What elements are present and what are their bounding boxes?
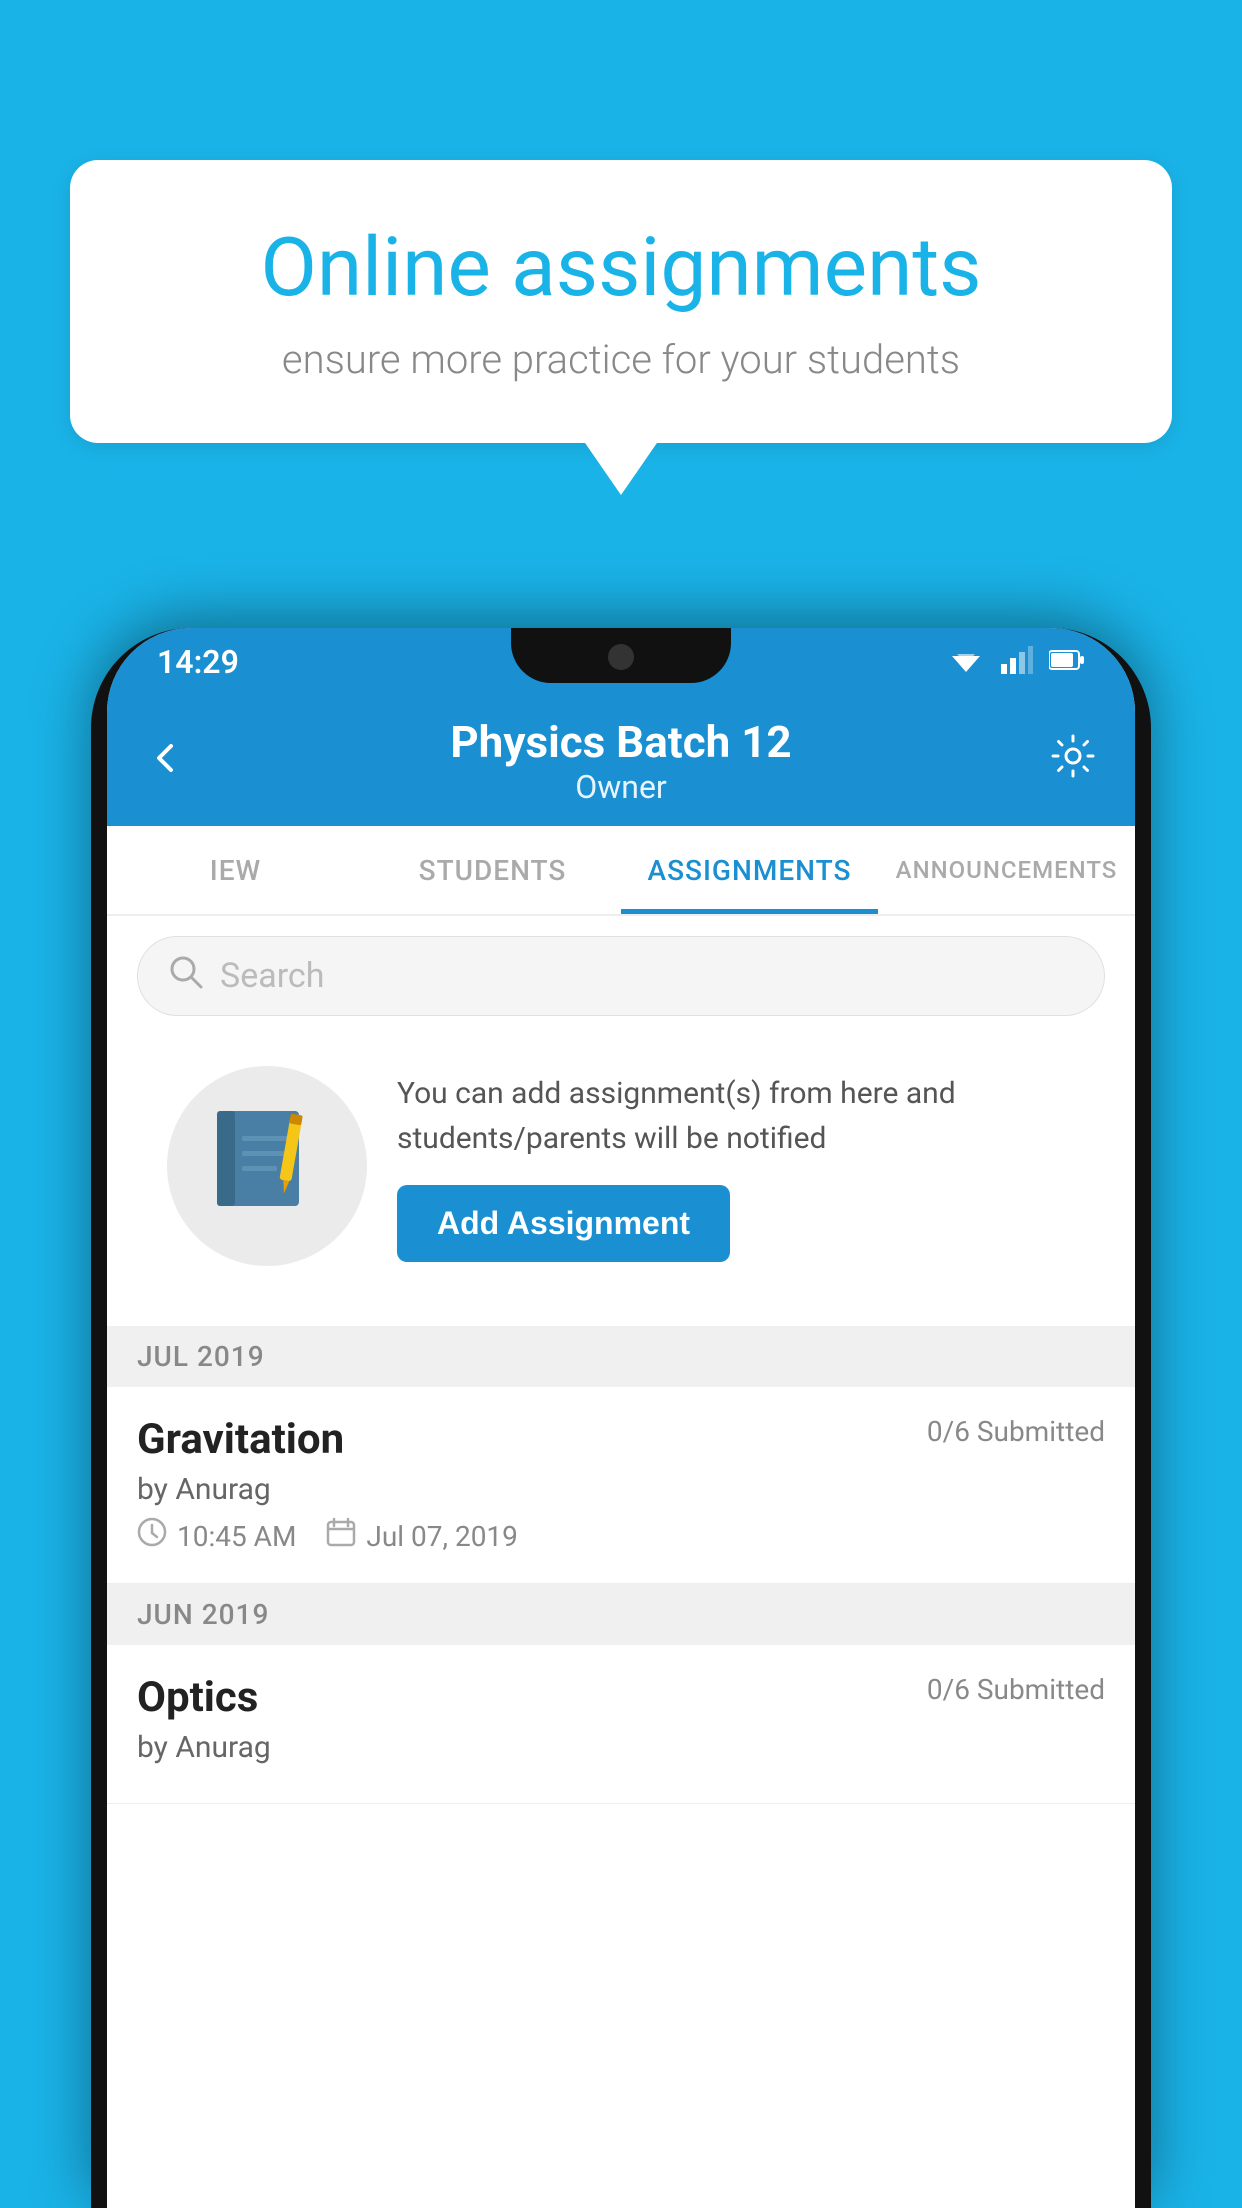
tab-assignments[interactable]: ASSIGNMENTS (621, 826, 878, 914)
bubble-subtitle: ensure more practice for your students (140, 336, 1102, 383)
assignment-time: 10:45 AM (137, 1517, 296, 1555)
header-title-area: Physics Batch 12 Owner (450, 716, 791, 806)
header-title: Physics Batch 12 (450, 716, 791, 768)
calendar-icon (326, 1517, 356, 1555)
assignment-submitted-optics: 0/6 Submitted (927, 1673, 1105, 1706)
back-button[interactable] (147, 735, 183, 787)
header-subtitle: Owner (450, 768, 791, 806)
section-jul-label: JUL 2019 (137, 1340, 265, 1373)
section-jun-2019: JUN 2019 (107, 1584, 1135, 1645)
assignment-top-row: Gravitation 0/6 Submitted (137, 1415, 1105, 1464)
assignment-name-gravitation: Gravitation (137, 1415, 344, 1464)
date-value: Jul 07, 2019 (366, 1520, 518, 1553)
bubble-title: Online assignments (140, 220, 1102, 316)
assignment-name-optics: Optics (137, 1673, 258, 1722)
battery-icon (1049, 649, 1085, 675)
notebook-icon (217, 1106, 317, 1226)
assignment-by-gravitation: by Anurag (137, 1472, 1105, 1507)
signal-icon (1001, 646, 1033, 678)
app-content: Search (107, 916, 1135, 2208)
status-time: 14:29 (157, 643, 239, 681)
phone-screen: 14:29 (107, 628, 1135, 2208)
time-value: 10:45 AM (177, 1520, 296, 1553)
assignment-by-optics: by Anurag (137, 1730, 1105, 1765)
search-icon (168, 954, 204, 999)
phone-notch (511, 628, 731, 683)
notebook-icon-wrap (167, 1066, 367, 1266)
tab-bar: IEW STUDENTS ASSIGNMENTS ANNOUNCEMENTS (107, 826, 1135, 916)
tab-announcements[interactable]: ANNOUNCEMENTS (878, 826, 1135, 914)
assignment-meta-gravitation: 10:45 AM Jul 07, 2019 (137, 1517, 1105, 1555)
status-icons (947, 646, 1085, 678)
speech-bubble: Online assignments ensure more practice … (70, 160, 1172, 443)
assignment-date: Jul 07, 2019 (326, 1517, 518, 1555)
search-bar[interactable]: Search (137, 936, 1105, 1016)
assignment-gravitation[interactable]: Gravitation 0/6 Submitted by Anurag (107, 1387, 1135, 1584)
assignment-optics[interactable]: Optics 0/6 Submitted by Anurag (107, 1645, 1135, 1804)
assignment-optics-top-row: Optics 0/6 Submitted (137, 1673, 1105, 1722)
phone-frame: 14:29 (91, 628, 1151, 2208)
app-header: Physics Batch 12 Owner (107, 696, 1135, 826)
section-jul-2019: JUL 2019 (107, 1326, 1135, 1387)
clock-icon (137, 1517, 167, 1555)
tab-iew[interactable]: IEW (107, 826, 364, 914)
wifi-icon (947, 646, 985, 678)
speech-bubble-area: Online assignments ensure more practice … (70, 160, 1172, 443)
tab-students[interactable]: STUDENTS (364, 826, 621, 914)
info-description: You can add assignment(s) from here and … (397, 1071, 1075, 1161)
settings-button[interactable] (1051, 734, 1095, 789)
add-assignment-button[interactable]: Add Assignment (397, 1185, 730, 1262)
camera-dot (608, 644, 634, 670)
info-card: You can add assignment(s) from here and … (137, 1036, 1105, 1296)
info-text-area: You can add assignment(s) from here and … (397, 1071, 1075, 1262)
search-placeholder: Search (220, 956, 324, 996)
section-jun-label: JUN 2019 (137, 1598, 269, 1631)
assignment-submitted-gravitation: 0/6 Submitted (927, 1415, 1105, 1448)
